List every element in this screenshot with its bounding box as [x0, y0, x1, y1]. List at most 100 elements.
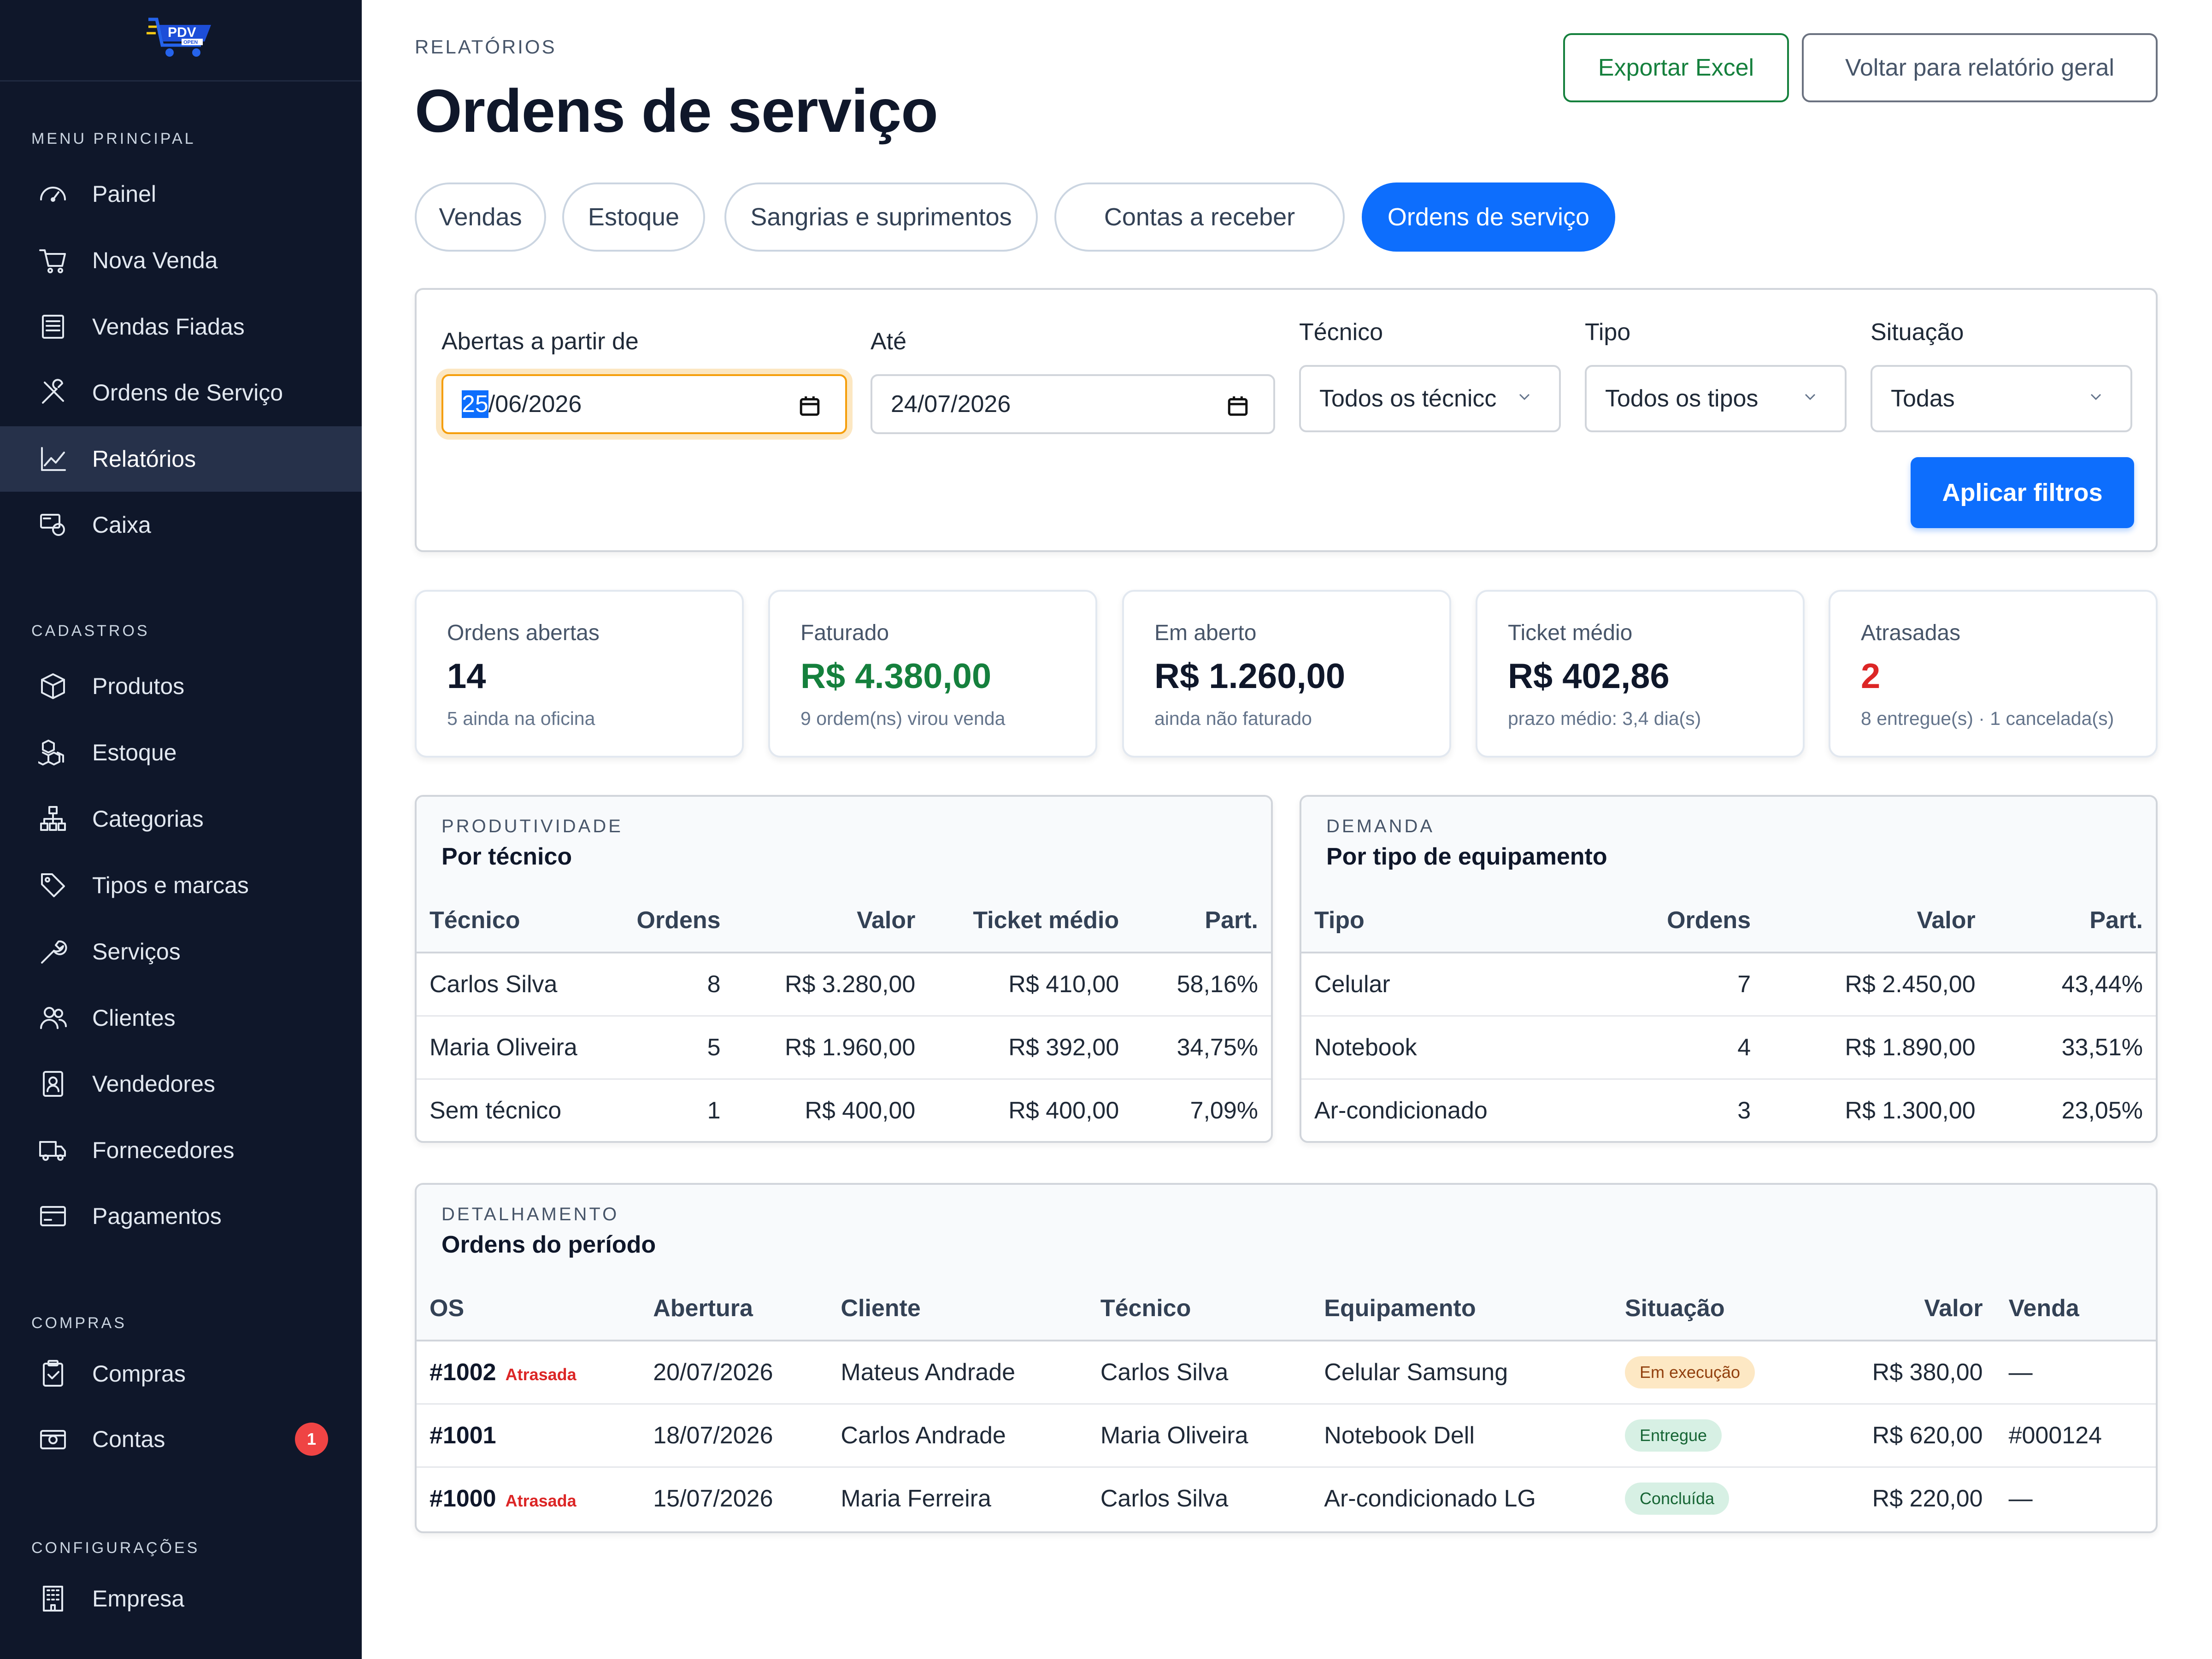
- table-cell: 34,75%: [1132, 1016, 1271, 1080]
- sidebar-item-vendas-fiadas[interactable]: Vendas Fiadas: [0, 294, 362, 359]
- technician-select[interactable]: Todos os técnicc: [1299, 365, 1561, 432]
- os-number-link[interactable]: #1002: [429, 1359, 496, 1386]
- kpi-card: Ordens abertas 14 5 ainda na oficina: [415, 590, 744, 758]
- table-row[interactable]: Carlos Silva 8 R$ 3.280,00 R$ 410,00 58,16%: [417, 953, 1271, 1017]
- sidebar-item-empresa[interactable]: Empresa: [0, 1566, 362, 1631]
- column-header[interactable]: Tipo: [1301, 889, 1613, 953]
- sidebar: PDV OPEN MENU PRINCIPAL Painel Nova Venda V…: [0, 0, 362, 1659]
- column-header[interactable]: Cliente: [828, 1277, 1088, 1341]
- sidebar-item-produtos[interactable]: Produtos: [0, 653, 362, 719]
- kpi-value: R$ 1.260,00: [1154, 657, 1346, 696]
- sidebar-item-label: Painel: [92, 181, 156, 207]
- table-row[interactable]: Sem técnico 1 R$ 400,00 R$ 400,00 7,09%: [417, 1079, 1271, 1141]
- column-header[interactable]: Técnico: [417, 889, 624, 953]
- column-header[interactable]: Part.: [1132, 889, 1271, 953]
- sidebar-item-label: Empresa: [92, 1586, 185, 1612]
- column-header[interactable]: Técnico: [1087, 1277, 1312, 1341]
- card-title: Por técnico: [441, 843, 572, 870]
- table-header: Técnico Ordens Valor Ticket médio Part.: [417, 889, 1271, 953]
- client-cell: Mateus Andrade: [828, 1341, 1088, 1405]
- truck-icon: [37, 1134, 69, 1166]
- card-eyebrow: DEMANDA: [1326, 816, 1435, 836]
- sidebar-item-categorias[interactable]: Categorias: [0, 786, 362, 852]
- status-badge: Em execução: [1624, 1356, 1755, 1388]
- table-row[interactable]: #1000 Atrasada 15/07/2026 Maria Ferreira Car…: [417, 1467, 2156, 1530]
- tags-icon: [37, 869, 69, 901]
- export-excel-button[interactable]: Exportar Excel: [1563, 33, 1789, 102]
- equipment-cell: Celular Samsung: [1311, 1341, 1612, 1405]
- table-header-row: Tipo Ordens Valor Part.: [1301, 889, 2156, 953]
- sidebar-item-clientes[interactable]: Clientes: [0, 985, 362, 1051]
- os-number-link[interactable]: #1000: [429, 1485, 496, 1512]
- table-cell: Sem técnico: [429, 1097, 562, 1124]
- sidebar-item-caixa[interactable]: Caixa: [0, 492, 362, 558]
- calendar-icon[interactable]: [798, 394, 821, 418]
- from-date-input[interactable]: 25/06/2026: [441, 374, 847, 434]
- table-row[interactable]: #1002 Atrasada 20/07/2026 Mateus Andrade Car…: [417, 1341, 2156, 1405]
- opening-date-cell: 15/07/2026: [653, 1485, 773, 1512]
- status-cell: Entregue: [1612, 1404, 1843, 1468]
- sidebar-item-compras[interactable]: Compras: [0, 1341, 362, 1406]
- app-root: PDV OPEN MENU PRINCIPAL Painel Nova Venda V…: [0, 0, 2212, 1659]
- sidebar-item-servicos[interactable]: Serviços: [0, 919, 362, 984]
- overdue-tag: Atrasada: [505, 1365, 577, 1384]
- back-to-general-report-button[interactable]: Voltar para relatório geral: [1802, 33, 2158, 102]
- logo-text: PDV: [168, 25, 196, 40]
- sidebar-item-tipos-e-marcas[interactable]: Tipos e marcas: [0, 853, 362, 918]
- table-cell: R$ 1.890,00: [1764, 1016, 1988, 1080]
- sidebar-item-estoque[interactable]: Estoque: [0, 720, 362, 785]
- kpi-value: R$ 4.380,00: [800, 657, 992, 696]
- breadcrumb: RELATÓRIOS: [415, 36, 557, 58]
- technician-label: Técnico: [1299, 319, 1383, 346]
- kpi-card: Faturado R$ 4.380,00 9 ordem(ns) virou ven…: [768, 590, 1097, 758]
- to-date-input[interactable]: 24/07/2026: [871, 374, 1275, 434]
- table-row[interactable]: Celular 7 R$ 2.450,00 43,44%: [1301, 953, 2156, 1017]
- column-header[interactable]: Part.: [1988, 889, 2156, 953]
- tab-contas-a-receber[interactable]: Contas a receber: [1054, 182, 1345, 252]
- column-header[interactable]: Situação: [1612, 1277, 1843, 1341]
- sidebar-item-painel[interactable]: Painel: [0, 161, 362, 227]
- column-header[interactable]: Valor: [1842, 1277, 1996, 1341]
- table-cell: R$ 400,00: [1008, 1097, 1119, 1124]
- page-title: Ordens de serviço: [415, 77, 938, 145]
- column-header[interactable]: Ordens: [1613, 889, 1764, 953]
- card-header: DEMANDA Por tipo de equipamento: [1301, 797, 2156, 891]
- column-header[interactable]: Valor: [733, 889, 929, 953]
- status-select[interactable]: Todas: [1871, 365, 2132, 432]
- table-cell: R$ 410,00: [928, 953, 1132, 1017]
- column-header[interactable]: Venda: [1995, 1277, 2156, 1341]
- status-cell: Concluída: [1612, 1467, 1842, 1530]
- kpi-subtext: 5 ainda na oficina: [447, 708, 595, 729]
- column-header[interactable]: Abertura: [640, 1277, 828, 1341]
- sidebar-item-contas[interactable]: Contas 1: [0, 1406, 362, 1472]
- sidebar-item-nova-venda[interactable]: Nova Venda: [0, 228, 362, 293]
- os-number-link[interactable]: #1001: [429, 1422, 496, 1449]
- column-header[interactable]: Valor: [1764, 889, 1988, 953]
- apply-filters-button[interactable]: Aplicar filtros: [1911, 457, 2134, 528]
- sidebar-item-fornecedores[interactable]: Fornecedores: [0, 1118, 362, 1183]
- table-row[interactable]: #1001 18/07/2026 Carlos Andrade Maria Olive…: [417, 1404, 2156, 1468]
- type-select[interactable]: Todos os tipos: [1585, 365, 1847, 432]
- column-header[interactable]: Ordens: [624, 889, 734, 953]
- tab-vendas[interactable]: Vendas: [415, 182, 546, 252]
- table-row[interactable]: Notebook 4 R$ 1.890,00 33,51%: [1301, 1016, 2156, 1080]
- table-row[interactable]: Ar-condicionado 3 R$ 1.300,00 23,05%: [1301, 1079, 2156, 1141]
- table-row[interactable]: Maria Oliveira 5 R$ 1.960,00 R$ 392,00 34,75…: [417, 1016, 1271, 1080]
- column-header[interactable]: Equipamento: [1311, 1277, 1612, 1341]
- tab-estoque[interactable]: Estoque: [562, 182, 705, 252]
- calendar-icon[interactable]: [1226, 394, 1249, 418]
- sidebar-item-ordens-de-servico[interactable]: Ordens de Serviço: [0, 360, 362, 425]
- column-header[interactable]: Ticket médio: [928, 889, 1132, 953]
- table-cell: Notebook: [1301, 1016, 1613, 1080]
- pdv-logo[interactable]: PDV OPEN: [147, 13, 216, 64]
- tab-ordens-de-servico[interactable]: Ordens de serviço: [1362, 182, 1615, 252]
- kpi-subtext: 8 entregue(s) · 1 cancelada(s): [1861, 708, 2114, 729]
- sale-cell: —: [1995, 1341, 2156, 1405]
- sidebar-item-relatorios[interactable]: Relatórios: [0, 426, 362, 492]
- sidebar-item-label: Relatórios: [92, 446, 196, 472]
- kpi-label: Ordens abertas: [447, 621, 600, 645]
- sidebar-item-pagamentos[interactable]: Pagamentos: [0, 1183, 362, 1249]
- sidebar-item-vendedores[interactable]: Vendedores: [0, 1051, 362, 1117]
- column-header[interactable]: OS: [417, 1277, 641, 1341]
- tab-sangrias-e-suprimentos[interactable]: Sangrias e suprimentos: [724, 182, 1038, 252]
